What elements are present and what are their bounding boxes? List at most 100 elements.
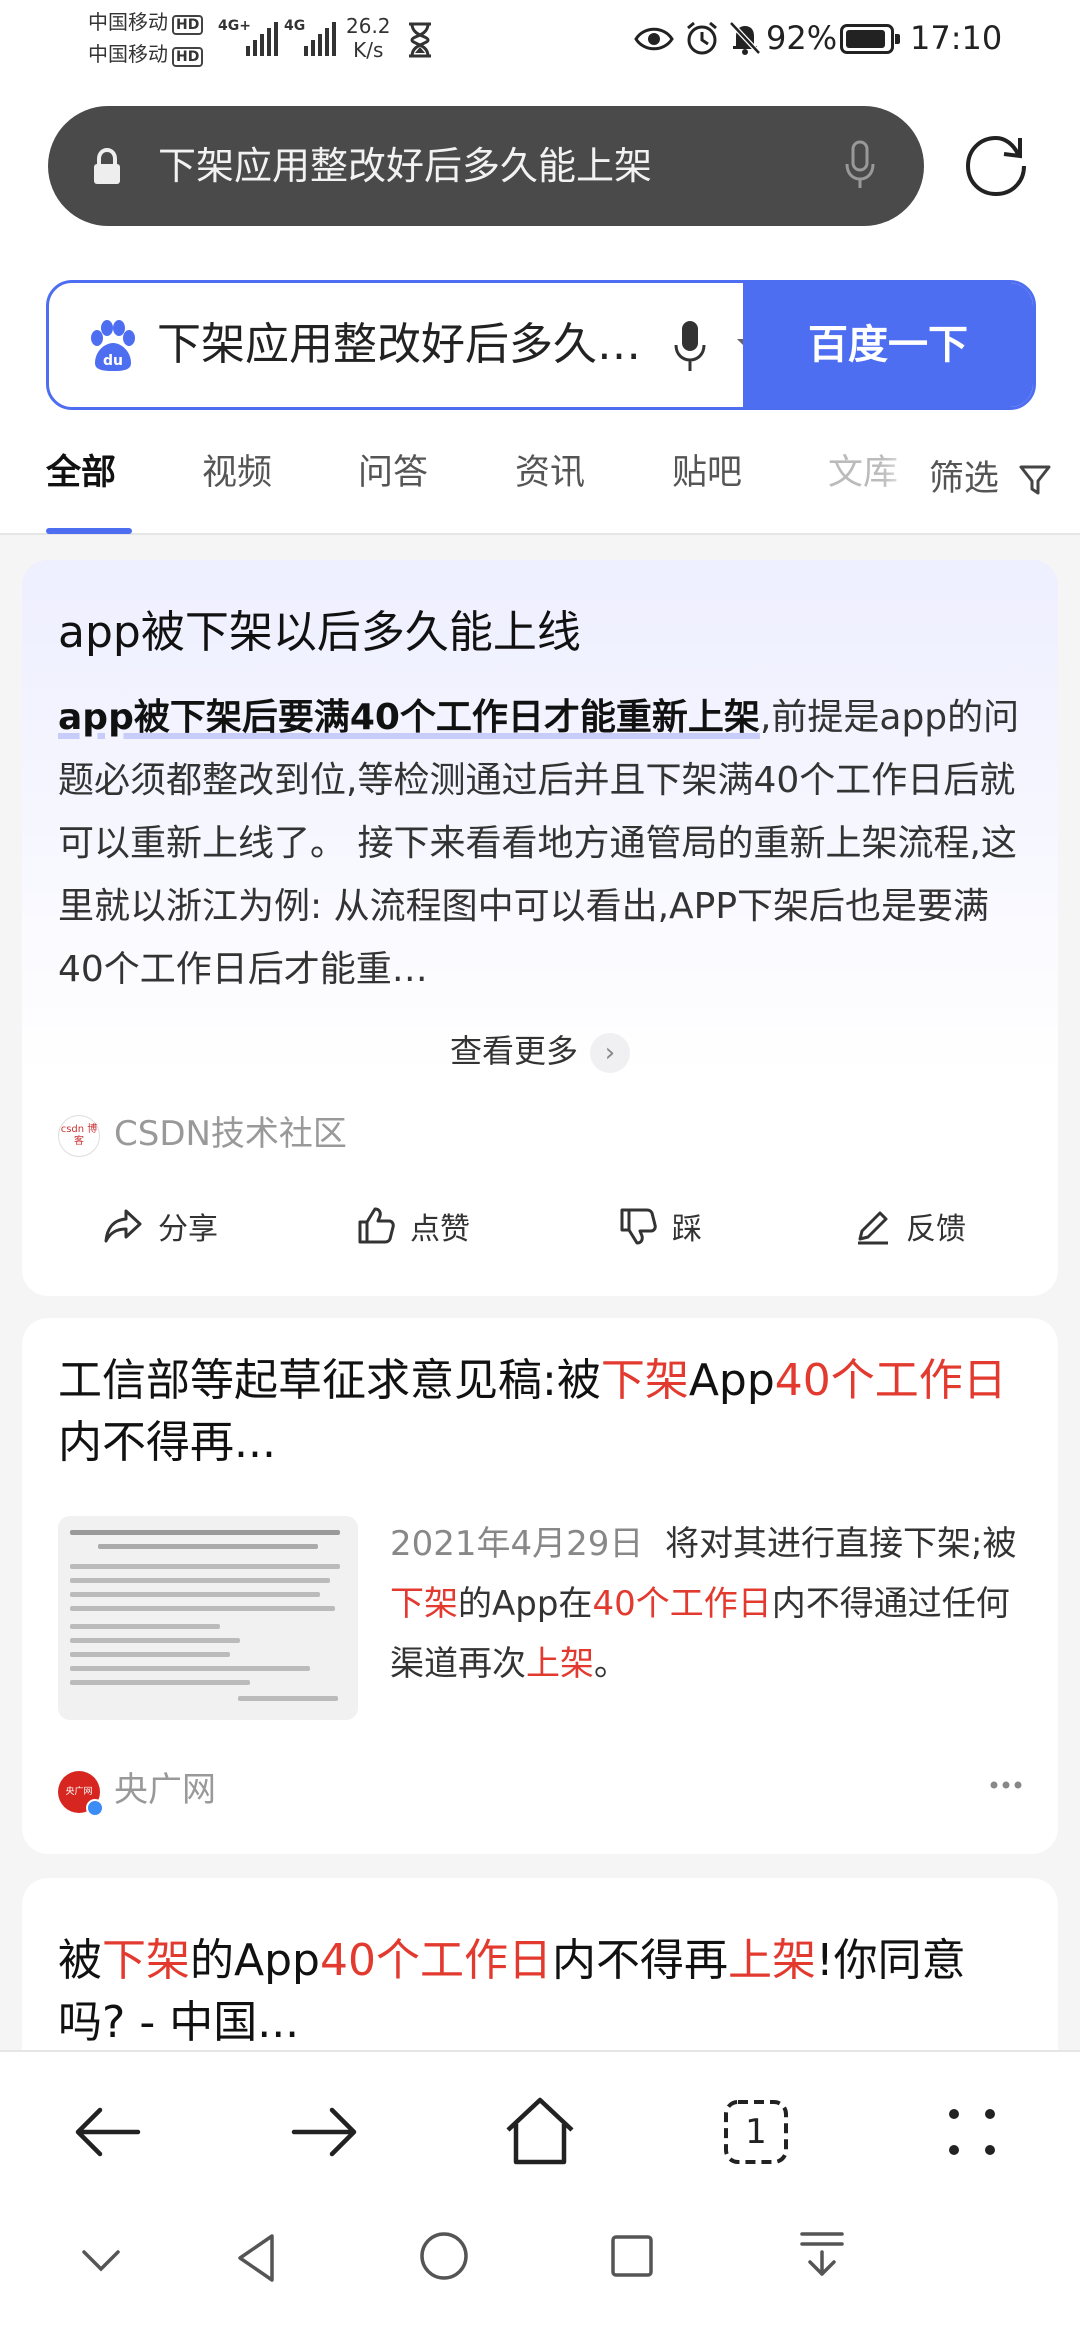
signal-2-icon [304,22,336,56]
hd-badge-2: HD [172,47,204,67]
like-label: 点赞 [410,1212,470,1247]
system-home-icon[interactable] [418,2230,470,2282]
voice-input-icon[interactable] [844,140,876,192]
verified-badge-icon [86,1798,104,1817]
hd-badge-1: HD [172,15,204,35]
view-more-label: 查看更多 [449,1032,578,1070]
forward-arrow-icon[interactable] [284,2092,364,2172]
tab-video[interactable]: 视频 [202,444,272,495]
collapse-chevron-icon[interactable] [80,2246,122,2276]
svg-text:du: du [103,353,123,369]
back-arrow-icon[interactable] [68,2092,148,2172]
card2-source[interactable]: 央广网 央广网 [58,1762,216,1817]
system-back-icon[interactable] [232,2230,280,2286]
dislike-label: 踩 [672,1212,702,1247]
speed-unit: K/s [353,38,384,62]
search-box[interactable]: du 下架应用整改好后多久能上架 百度一下 [46,280,1036,410]
share-label: 分享 [158,1212,218,1247]
search-query-input[interactable]: 下架应用整改好后多久能上架 [157,283,677,407]
tabs-button[interactable]: 1 [716,2092,796,2172]
card2-title-part: 内不得再... [58,1417,276,1468]
tab-tieba[interactable]: 贴吧 [672,444,742,495]
battery-percent: 92% [766,19,838,57]
home-icon[interactable] [500,2092,580,2172]
tab-count: 1 [745,2112,767,2152]
browser-bottom-nav: 1 [0,2050,1080,2200]
hourglass-icon [409,22,431,58]
microphone-icon[interactable] [673,319,707,375]
filter-label: 筛选 [928,459,999,499]
result-card-answer[interactable]: app被下架以后多久能上线 app被下架后要满40个工作日才能重新上架,前提是a… [22,560,1058,1296]
card1-highlight: app被下架后要满40个工作日才能重新上架 [58,697,760,738]
csdn-logo-icon: csdn 博客 [58,1114,100,1157]
card2-title-part: App [688,1355,775,1406]
clock: 17:10 [910,19,1003,57]
tab-news[interactable]: 资讯 [515,444,585,495]
card3-title-part: 40个工作日 [319,1935,552,1986]
card2-title[interactable]: 工信部等起草征求意见稿:被下架App40个工作日内不得再... [58,1350,1028,1474]
tab-qa[interactable]: 问答 [358,444,428,495]
card3-title-part: 的App [190,1935,320,1986]
eye-icon [634,27,674,51]
tab-wenku[interactable]: 文库 [828,444,898,495]
thumbs-up-icon [358,1207,395,1244]
url-bar[interactable]: 下架应用整改好后多久能上架 [48,106,924,226]
lock-icon [94,148,120,184]
network-type-2: 4G [284,18,306,34]
card3-title-part: 被 [58,1935,102,1986]
status-bar: 中国移动 HD 中国移动 HD 4G+ 4G 26.2 K/s 92% 17:10 [0,0,1080,80]
card1-title[interactable]: app被下架以后多久能上线 [58,602,581,664]
thumbs-down-icon [620,1208,657,1245]
card2-date: 2021年4月29日 [390,1524,644,1564]
result-card-news[interactable]: 工信部等起草征求意见稿:被下架App40个工作日内不得再... 2021年4月2… [22,1318,1058,1854]
feedback-button[interactable]: 反馈 [854,1204,966,1248]
baidu-paw-icon: du [91,320,135,371]
search-button[interactable]: 百度一下 [743,283,1033,407]
view-more-button[interactable]: 查看更多 › [22,1026,1058,1073]
share-button[interactable]: 分享 [102,1204,218,1248]
card1-body-text: ,前提是app的问题必须都整改到位,等检测通过后并且下架满40个工作日后就可以重… [58,697,1020,990]
card1-source[interactable]: csdn 博客 CSDN技术社区 [58,1106,347,1157]
share-icon [104,1209,142,1243]
menu-dots-icon[interactable] [932,2092,1012,2172]
card3-title[interactable]: 被下架的App40个工作日内不得再上架!你同意吗? - 中国... [58,1930,1028,2054]
card3-title-part: 内不得再 [551,1935,728,1986]
mute-bell-icon [729,21,761,55]
dislike-button[interactable]: 踩 [618,1204,702,1248]
card2-thumbnail[interactable] [58,1516,358,1720]
cnr-logo-icon: 央广网 [58,1770,104,1817]
battery-icon [840,24,900,54]
carrier-2-label: 中国移动 [88,42,168,66]
filter-button[interactable]: 筛选 [914,450,1052,501]
browser-toolbar: 下架应用整改好后多久能上架 [0,80,1080,250]
url-text: 下架应用整改好后多久能上架 [158,144,653,188]
speed-value: 26.2 [346,14,391,38]
carrier-1-label: 中国移动 [88,10,168,34]
card2-source-name: 央广网 [114,1770,216,1810]
card2-body-part: 上架 [526,1644,594,1684]
pencil-icon [858,1211,888,1245]
active-tab-indicator [46,528,132,534]
signal-1-icon [246,22,278,56]
card3-title-part: 上架 [727,1935,816,1986]
carrier-1: 中国移动 HD [88,10,204,35]
chevron-right-icon: › [590,1033,630,1073]
card2-body-part: 40个工作日 [592,1584,772,1624]
alarm-icon [687,21,717,55]
card2-body-part: 下架 [390,1584,458,1624]
tab-all[interactable]: 全部 [46,444,116,495]
card2-title-part: 下架 [600,1355,689,1406]
search-tabs: 全部 视频 问答 资讯 贴吧 文库 筛选 [0,420,1080,535]
card2-title-part: 40个工作日 [774,1355,1007,1406]
cnr-logo-text: 央广网 [65,1786,93,1797]
refresh-icon[interactable] [962,132,1030,200]
search-area: du 下架应用整改好后多久能上架 百度一下 [0,250,1080,420]
card2-body-part: 。 [594,1644,628,1684]
more-dots-icon[interactable] [990,1780,1022,1790]
like-button[interactable]: 点赞 [356,1204,470,1248]
notification-pulldown-icon[interactable] [798,2228,846,2280]
system-recents-icon[interactable] [608,2232,656,2280]
card1-body: app被下架后要满40个工作日才能重新上架,前提是app的问题必须都整改到位,等… [58,686,1024,1001]
card2-snippet: 2021年4月29日 将对其进行直接下架;被下架的App在40个工作日内不得通过… [390,1514,1030,1694]
search-query-text: 下架应用整改好后多久能上架 [157,319,677,370]
